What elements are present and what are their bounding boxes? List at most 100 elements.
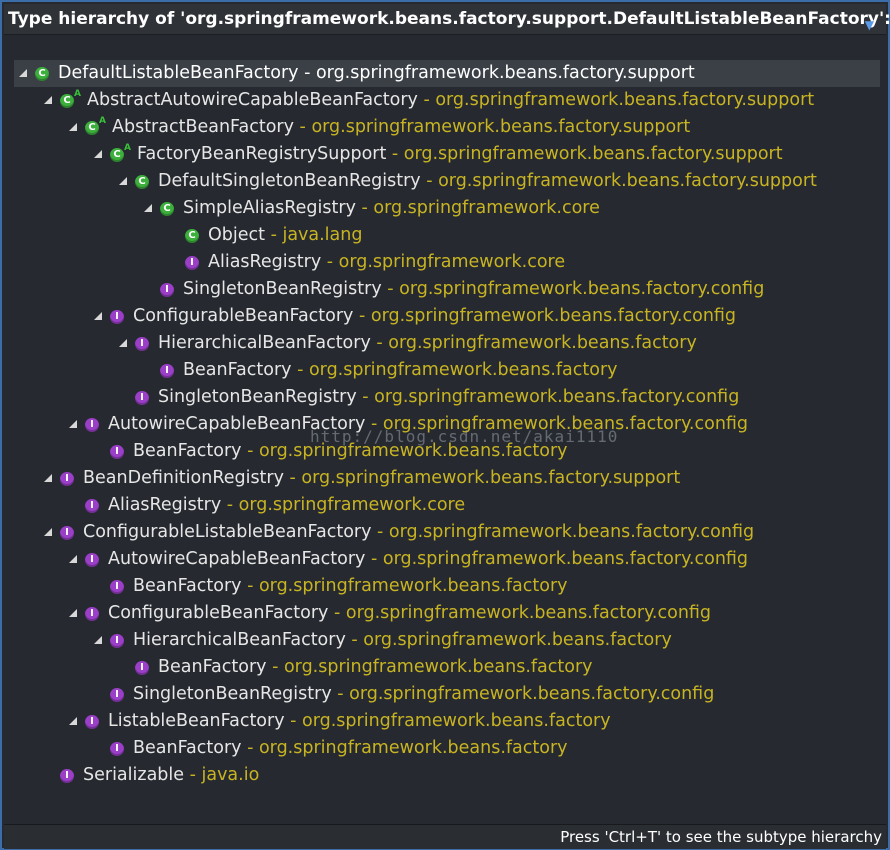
name-separator: - <box>370 333 389 353</box>
tree-row[interactable]: AliasRegistry - org.springframework.core <box>6 249 884 276</box>
package-name: org.springframework.beans.factory.config <box>388 522 755 542</box>
tree-row[interactable]: ConfigurableBeanFactory - org.springfram… <box>6 303 884 330</box>
collapse-toggle-icon[interactable] <box>91 310 105 324</box>
interface-icon <box>84 498 100 514</box>
package-name: org.springframework.beans.factory.config <box>382 414 749 434</box>
type-name: AbstractBeanFactory <box>112 117 294 137</box>
tree-row[interactable]: AutowireCapableBeanFactory - org.springf… <box>6 411 884 438</box>
collapse-toggle-icon[interactable] <box>41 526 55 540</box>
collapse-toggle-icon[interactable] <box>41 94 55 108</box>
interface-icon <box>109 633 125 649</box>
tree-row[interactable]: BeanFactory - org.springframework.beans.… <box>6 735 884 762</box>
collapse-toggle-icon[interactable] <box>116 175 130 189</box>
collapse-toggle-icon[interactable] <box>66 418 80 432</box>
collapse-toggle-icon[interactable] <box>66 121 80 135</box>
package-name: org.springframework.beans.factory <box>258 738 568 758</box>
collapse-toggle-icon[interactable] <box>41 472 55 486</box>
name-separator: - <box>321 252 339 272</box>
hierarchy-tree[interactable]: DefaultListableBeanFactory - org.springf… <box>6 60 884 820</box>
type-name: ConfigurableBeanFactory <box>133 306 354 326</box>
popup-header: Type hierarchy of 'org.springframework.b… <box>4 4 890 35</box>
chevron-down-icon[interactable]: ▼ <box>865 10 874 41</box>
type-name: BeanFactory <box>133 441 242 461</box>
interface-icon <box>84 606 100 622</box>
tree-row[interactable]: ConfigurableBeanFactory - org.springfram… <box>6 600 884 627</box>
interface-icon <box>84 714 100 730</box>
tree-row[interactable]: HierarchicalBeanFactory - org.springfram… <box>6 330 884 357</box>
interface-icon <box>84 417 100 433</box>
tree-row[interactable]: HierarchicalBeanFactory - org.springfram… <box>6 627 884 654</box>
tree-row[interactable]: DefaultSingletonBeanRegistry - org.sprin… <box>6 168 884 195</box>
package-name: org.springframework.core <box>238 495 466 515</box>
type-name: SingletonBeanRegistry <box>183 279 382 299</box>
package-name: org.springframework.core <box>373 198 600 218</box>
type-name: HierarchicalBeanFactory <box>158 333 371 353</box>
tree-row[interactable]: BeanFactory - org.springframework.beans.… <box>6 357 884 384</box>
name-separator: - <box>381 279 400 299</box>
tree-row[interactable]: BeanFactory - org.springframework.beans.… <box>6 654 884 681</box>
package-name: org.springframework.beans.factory <box>363 630 672 650</box>
collapse-toggle-icon[interactable] <box>116 337 130 351</box>
tree-row[interactable]: ListableBeanFactory - org.springframewor… <box>6 708 884 735</box>
name-separator: - <box>353 306 371 326</box>
tree-row[interactable]: BeanFactory - org.springframework.beans.… <box>6 438 884 465</box>
collapse-toggle-icon[interactable] <box>91 148 105 162</box>
tree-row[interactable]: A FactoryBeanRegistrySupport - org.spring… <box>6 141 884 168</box>
collapse-toggle-icon[interactable] <box>16 67 30 81</box>
tree-row[interactable]: BeanFactory - org.springframework.beans.… <box>6 573 884 600</box>
tree-row[interactable]: SingletonBeanRegistry - org.springframew… <box>6 276 884 303</box>
package-name: java.lang <box>282 225 363 245</box>
type-name: Object <box>208 225 265 245</box>
class-icon <box>184 228 200 244</box>
tree-row[interactable]: A AbstractBeanFactory - org.springframewo… <box>6 114 884 141</box>
package-name: org.springframework.beans.factory.suppor… <box>301 468 681 488</box>
tree-row[interactable]: BeanDefinitionRegistry - org.springframe… <box>6 465 884 492</box>
type-name: ConfigurableBeanFactory <box>108 603 329 623</box>
tree-row[interactable]: Serializable - java.io <box>6 762 884 789</box>
abstract-class-icon: A <box>59 89 81 109</box>
type-name: BeanFactory <box>158 657 267 677</box>
package-name: org.springframework.beans.factory <box>302 711 611 731</box>
tree-row[interactable]: SingletonBeanRegistry - org.springframew… <box>6 681 884 708</box>
type-name: SingletonBeanRegistry <box>158 387 357 407</box>
collapse-toggle-icon[interactable] <box>66 607 80 621</box>
collapse-toggle-icon[interactable] <box>141 202 155 216</box>
type-name: AutowireCapableBeanFactory <box>108 414 366 434</box>
tree-row[interactable]: DefaultListableBeanFactory - org.springf… <box>14 60 880 87</box>
name-separator: - <box>365 549 383 569</box>
collapse-toggle-icon[interactable] <box>91 634 105 648</box>
interface-icon <box>109 741 125 757</box>
package-name: org.springframework.beans.factory.config <box>349 684 715 704</box>
interface-icon <box>184 255 200 271</box>
type-name: SingletonBeanRegistry <box>133 684 332 704</box>
type-name: ConfigurableListableBeanFactory <box>83 522 372 542</box>
collapse-toggle-icon[interactable] <box>66 715 80 729</box>
name-separator: - <box>355 198 374 218</box>
package-name: org.springframework.core <box>338 252 566 272</box>
tree-row[interactable]: A AbstractAutowireCapableBeanFactory - or… <box>6 87 884 114</box>
tree-row[interactable]: AliasRegistry - org.springframework.core <box>6 492 884 519</box>
package-name: org.springframework.beans.factory.suppor… <box>311 117 691 137</box>
tree-row[interactable]: ConfigurableListableBeanFactory - org.sp… <box>6 519 884 546</box>
name-separator: - <box>298 63 316 83</box>
interface-icon <box>109 444 125 460</box>
tree-row[interactable]: AutowireCapableBeanFactory - org.springf… <box>6 546 884 573</box>
interface-icon <box>134 336 150 352</box>
type-name: AbstractAutowireCapableBeanFactory <box>87 90 418 110</box>
interface-icon <box>134 660 150 676</box>
package-name: org.springframework.beans.factory.config <box>382 549 749 569</box>
tree-row[interactable]: Object - java.lang <box>6 222 884 249</box>
type-name: FactoryBeanRegistrySupport <box>137 144 387 164</box>
tree-row[interactable]: SingletonBeanRegistry - org.springframew… <box>6 384 884 411</box>
collapse-toggle-icon[interactable] <box>66 553 80 567</box>
type-name: AliasRegistry <box>108 495 222 515</box>
package-name: java.io <box>201 765 260 785</box>
package-name: org.springframework.beans.factory.config <box>370 306 737 326</box>
package-name: org.springframework.beans.factory.suppor… <box>315 63 695 83</box>
package-name: org.springframework.beans.factory.suppor… <box>435 90 815 110</box>
tree-row[interactable]: SimpleAliasRegistry - org.springframewor… <box>6 195 884 222</box>
